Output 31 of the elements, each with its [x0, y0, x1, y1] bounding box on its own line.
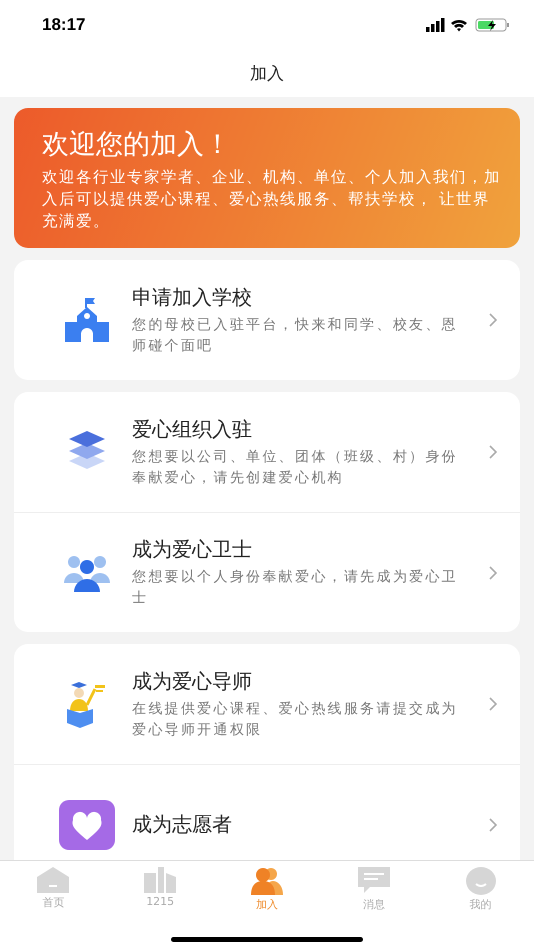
- chevron-icon: [488, 564, 498, 580]
- signal-icon: [426, 18, 444, 32]
- home-icon: [37, 867, 70, 893]
- chevron-icon: [488, 696, 498, 712]
- people-icon: [250, 867, 283, 895]
- menu-row[interactable]: 爱心组织入驻 您想要以公司、单位、团体（班级、村）身份奉献爱心，请先创建爱心机构: [14, 392, 520, 512]
- row-description: 您想要以公司、单位、团体（班级、村）身份奉献爱心，请先创建爱心机构: [132, 448, 459, 488]
- row-title: 成为志愿者: [132, 811, 233, 838]
- row-title: 成为爱心卫士: [132, 536, 253, 563]
- message-icon: [358, 867, 390, 895]
- row-title: 成为爱心导师: [132, 668, 253, 694]
- face-icon: [466, 867, 496, 895]
- status-time: 18:17: [42, 15, 86, 35]
- chevron-icon: [488, 816, 498, 832]
- row-title: 申请加入学校: [132, 284, 253, 310]
- school-icon: [63, 296, 111, 344]
- chevron-icon: [488, 312, 498, 328]
- row-description: 在线提供爱心课程、爱心热线服务请提交成为爱心导师开通权限: [132, 700, 459, 740]
- row-description: 您的母校已入驻平台，快来和同学、校友、恩师碰个面吧: [132, 316, 459, 356]
- menu-row[interactable]: 成为爱心导师 在线提供爱心课程、爱心热线服务请提交成为爱心导师开通权限: [14, 644, 520, 764]
- menu-row[interactable]: 申请加入学校 您的母校已入驻平台，快来和同学、校友、恩师碰个面吧: [14, 260, 520, 380]
- battery-icon: [476, 18, 509, 32]
- banner-text: 欢迎各行业专家学者、企业、机构、单位、个人加入我们，加入后可以提供爱心课程、爱心热线服务、帮扶学校， 让世界充满爱。: [42, 167, 502, 232]
- banner-title: 欢迎您的加入！: [42, 128, 232, 162]
- wifi-icon: [451, 20, 467, 32]
- page-title: 加入: [250, 63, 284, 85]
- chevron-icon: [488, 444, 498, 460]
- menu-row[interactable]: 成为爱心卫士 您想要以个人身份奉献爱心，请先成为爱心卫士: [14, 512, 520, 632]
- buildings-icon: [144, 867, 176, 893]
- row-title: 爱心组织入驻: [132, 416, 253, 442]
- row-description: 您想要以个人身份奉献爱心，请先成为爱心卫士: [132, 568, 459, 608]
